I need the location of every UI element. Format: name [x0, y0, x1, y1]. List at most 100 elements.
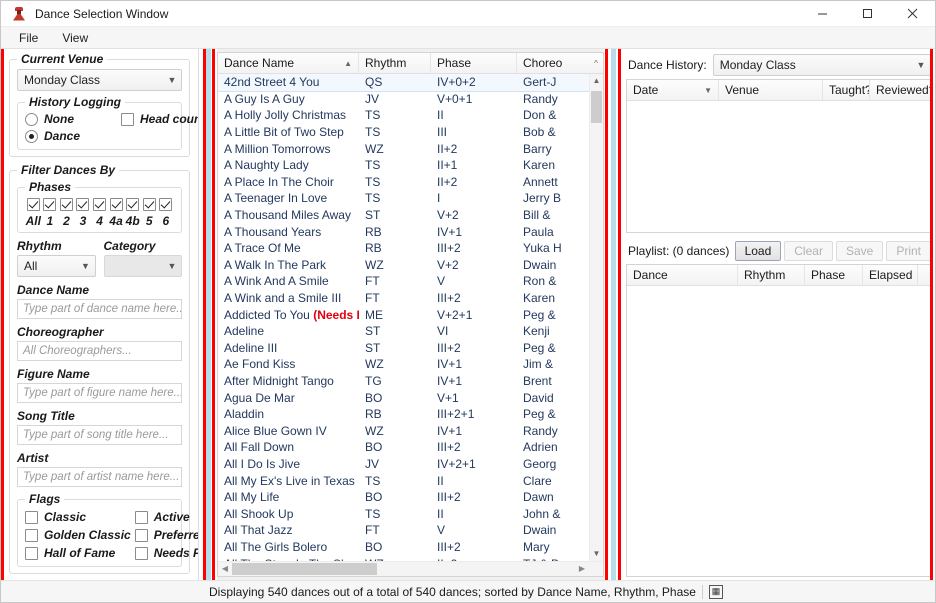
- checkbox-head-counts[interactable]: Head counts: [121, 112, 198, 126]
- column-header-taught[interactable]: Taught?: [823, 80, 870, 100]
- dance-grid-vertical-scrollbar[interactable]: ▲ ▼: [589, 74, 603, 561]
- checkbox-needs-fixing[interactable]: Needs Fixing: [134, 546, 198, 560]
- table-row[interactable]: Adeline ST VI Kenji: [218, 323, 603, 340]
- checkbox-classic[interactable]: Classic: [25, 510, 131, 524]
- table-row[interactable]: A Naughty Lady TS II+1 Karen: [218, 157, 603, 174]
- table-row[interactable]: Agua De Mar BO V+1 David: [218, 389, 603, 406]
- column-header-reviewed[interactable]: Reviewed?: [870, 80, 932, 100]
- hscroll-thumb[interactable]: [232, 563, 377, 575]
- dance-history-grid[interactable]: Date ▼ Venue Taught? Reviewed?: [626, 79, 933, 233]
- playlist-load-button[interactable]: Load: [734, 241, 782, 261]
- checkbox-hall-of-fame[interactable]: Hall of Fame: [25, 546, 131, 560]
- playlist-save-button[interactable]: Save: [835, 241, 884, 261]
- table-row[interactable]: A Place In The Choir TS II+2 Annett: [218, 174, 603, 191]
- column-header-date[interactable]: Date ▼: [627, 80, 719, 100]
- radio-history-none[interactable]: None: [25, 112, 121, 126]
- scroll-left-icon[interactable]: ◀: [218, 562, 232, 576]
- menu-item-view[interactable]: View: [50, 29, 100, 47]
- column-header-dance-name[interactable]: Dance Name ▲: [218, 53, 359, 73]
- phase-2[interactable]: 2: [58, 198, 75, 228]
- table-row[interactable]: A Trace Of Me RB III+2 Yuka H: [218, 240, 603, 257]
- table-row[interactable]: A Million Tomorrows WZ II+2 Barry: [218, 140, 603, 157]
- splitter-grip[interactable]: [611, 49, 616, 580]
- category-combo[interactable]: ▼: [103, 255, 182, 277]
- phase-6[interactable]: 6: [158, 198, 175, 228]
- choreographer-input[interactable]: All Choreographers...: [17, 341, 182, 361]
- column-chooser-icon[interactable]: ^: [589, 53, 603, 73]
- table-row[interactable]: All My Life BO III+2 Dawn: [218, 489, 603, 506]
- artist-input[interactable]: Type part of artist name here...: [17, 467, 182, 487]
- table-row[interactable]: A Wink And A Smile FT V Ron &: [218, 273, 603, 290]
- table-row[interactable]: A Wink and a Smile III FT III+2 Karen: [218, 290, 603, 307]
- table-row[interactable]: All Fall Down BO III+2 Adrien: [218, 439, 603, 456]
- checkbox-golden-classic[interactable]: Golden Classic: [25, 528, 131, 542]
- left-splitter[interactable]: [199, 49, 217, 580]
- right-splitter[interactable]: [604, 49, 622, 580]
- dance-name-input[interactable]: Type part of dance name here...: [17, 299, 182, 319]
- table-row[interactable]: A Guy Is A Guy JV V+0+1 Randy: [218, 91, 603, 108]
- column-header-venue[interactable]: Venue: [719, 80, 823, 100]
- table-row[interactable]: All Shook Up TS II John &: [218, 505, 603, 522]
- playlist-clear-button[interactable]: Clear: [784, 241, 833, 261]
- phase-4b[interactable]: 4b: [124, 198, 141, 228]
- dance-history-section: Dance History: Monday Class ▼ Date ▼ Ven…: [622, 52, 933, 233]
- table-row[interactable]: All The Girls Bolero BO III+2 Mary: [218, 539, 603, 556]
- column-header-playlist-elapsed[interactable]: Elapsed: [863, 265, 918, 285]
- minimize-button[interactable]: [800, 1, 845, 27]
- cell-phase: IV+1: [437, 357, 463, 372]
- playlist-grid[interactable]: Dance Rhythm Phase Elapsed: [626, 264, 933, 577]
- column-header-rhythm[interactable]: Rhythm: [359, 53, 431, 73]
- table-row[interactable]: Adeline III ST III+2 Peg &: [218, 340, 603, 357]
- splitter-grip[interactable]: [206, 49, 211, 580]
- maximize-button[interactable]: [845, 1, 890, 27]
- playlist-print-button[interactable]: Print: [886, 241, 931, 261]
- column-header-choreographer[interactable]: Choreo: [517, 53, 589, 73]
- dance-grid-horizontal-scrollbar[interactable]: ◀ ▶: [218, 561, 603, 576]
- phase-4a[interactable]: 4a: [108, 198, 125, 228]
- table-row[interactable]: All I Do Is Jive JV IV+2+1 Georg: [218, 456, 603, 473]
- figure-name-input[interactable]: Type part of figure name here...: [17, 383, 182, 403]
- table-row[interactable]: Aladdin RB III+2+1 Peg &: [218, 406, 603, 423]
- current-venue-combo[interactable]: Monday Class ▼: [17, 69, 182, 91]
- dance-grid-body[interactable]: 42nd Street 4 You QS IV+0+2 Gert-J A Guy Is …: [218, 74, 603, 561]
- scroll-down-icon[interactable]: ▼: [590, 547, 603, 561]
- phase-1[interactable]: 1: [42, 198, 59, 228]
- cell-phase: III+2+1: [437, 407, 475, 422]
- scroll-up-icon[interactable]: ▲: [590, 74, 603, 88]
- checkbox-preferred[interactable]: Preferred: [134, 528, 198, 542]
- phase-all[interactable]: All: [25, 198, 42, 228]
- grid-settings-icon[interactable]: ▦: [708, 584, 723, 599]
- table-row[interactable]: All That Jazz FT V Dwain: [218, 522, 603, 539]
- scroll-thumb[interactable]: [591, 91, 602, 123]
- column-header-playlist-dance[interactable]: Dance: [627, 265, 738, 285]
- radio-history-dance[interactable]: Dance: [25, 129, 121, 143]
- table-row[interactable]: 42nd Street 4 You QS IV+0+2 Gert-J: [218, 74, 603, 92]
- table-row[interactable]: A Holly Jolly Christmas TS II Don &: [218, 107, 603, 124]
- close-button[interactable]: [890, 1, 935, 27]
- table-row[interactable]: Addicted To You (Needs Fixing) ME V+2+1 Peg…: [218, 306, 603, 323]
- menu-item-file[interactable]: File: [7, 29, 50, 47]
- table-row[interactable]: A Little Bit of Two Step TS III Bob &: [218, 124, 603, 141]
- table-row[interactable]: A Thousand Miles Away ST V+2 Bill &: [218, 207, 603, 224]
- table-row[interactable]: A Thousand Years RB IV+1 Paula: [218, 223, 603, 240]
- table-row[interactable]: Alice Blue Gown IV WZ IV+1 Randy: [218, 422, 603, 439]
- phase-5[interactable]: 5: [141, 198, 158, 228]
- phase-4[interactable]: 4: [91, 198, 108, 228]
- scroll-right-icon[interactable]: ▶: [575, 562, 589, 576]
- table-row[interactable]: After Midnight Tango TG IV+1 Brent: [218, 373, 603, 390]
- column-header-phase[interactable]: Phase: [431, 53, 517, 73]
- checkbox-icon: [109, 198, 123, 211]
- phase-3[interactable]: 3: [75, 198, 92, 228]
- dance-history-venue-combo[interactable]: Monday Class ▼: [712, 54, 931, 76]
- rhythm-combo[interactable]: All ▼: [17, 255, 96, 277]
- table-row[interactable]: All My Ex's Live in Texas TS II Clare: [218, 472, 603, 489]
- song-title-input[interactable]: Type part of song title here...: [17, 425, 182, 445]
- table-row[interactable]: A Teenager In Love TS I Jerry B: [218, 190, 603, 207]
- table-row[interactable]: Ae Fond Kiss WZ IV+1 Jim &: [218, 356, 603, 373]
- cell-rhythm: WZ: [365, 257, 384, 272]
- table-row[interactable]: A Walk In The Park WZ V+2 Dwain: [218, 257, 603, 274]
- checkbox-active[interactable]: Active: [134, 510, 198, 524]
- song-title-label: Song Title: [17, 409, 75, 423]
- column-header-playlist-rhythm[interactable]: Rhythm: [738, 265, 805, 285]
- column-header-playlist-phase[interactable]: Phase: [805, 265, 863, 285]
